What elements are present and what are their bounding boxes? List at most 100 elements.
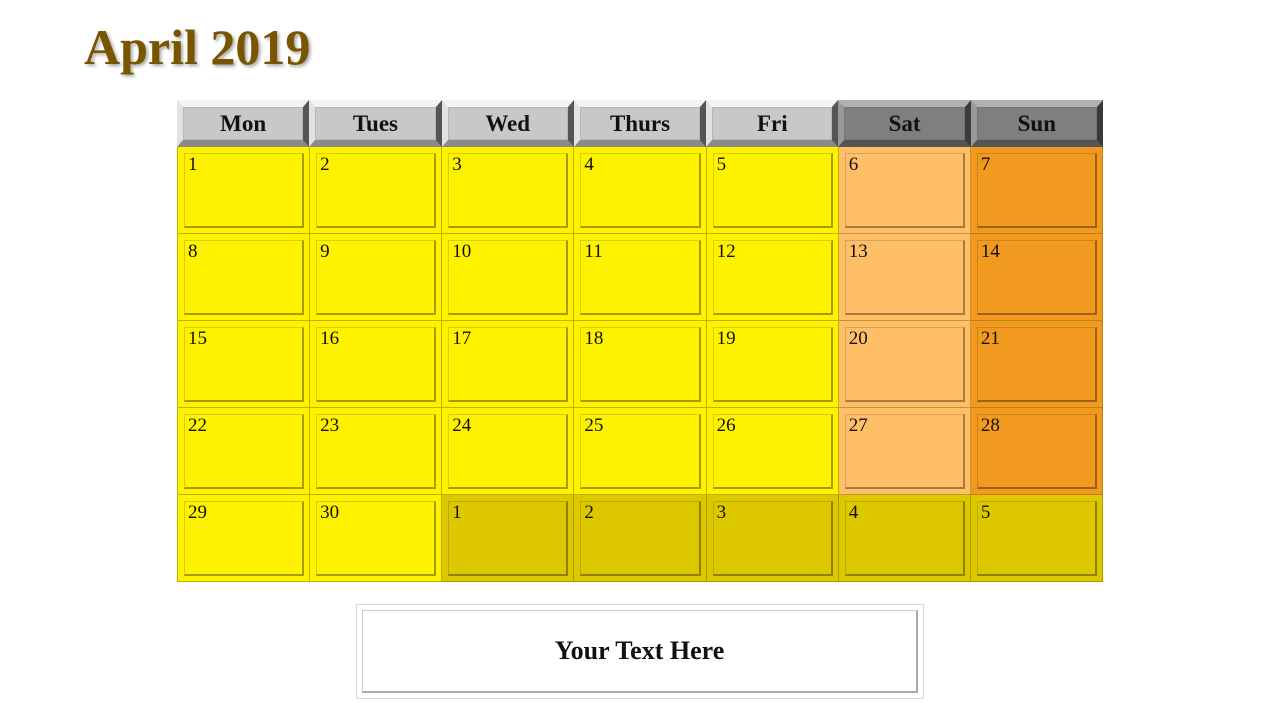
- header-thurs: Thurs: [573, 100, 707, 147]
- day-cell-frame: [712, 153, 833, 228]
- day-cell[interactable]: 5: [706, 147, 839, 234]
- day-cell-frame: [844, 153, 965, 228]
- calendar-grid: Mon Tues Wed Thurs Fri Sat Sun 1 2 3 4 5 6 7 8 9 10 11 12…: [177, 100, 1103, 582]
- day-number: 13: [848, 241, 868, 262]
- day-cell[interactable]: 16: [310, 321, 443, 408]
- day-number: 5: [980, 502, 991, 523]
- day-cell[interactable]: 30: [310, 495, 443, 582]
- day-cell[interactable]: 8: [177, 234, 311, 321]
- text-box-inner: Your Text Here: [362, 610, 918, 693]
- day-cell[interactable]: 9: [310, 234, 443, 321]
- day-cell-next-month[interactable]: 5: [970, 495, 1103, 582]
- day-cell[interactable]: 15: [177, 321, 311, 408]
- day-cell[interactable]: 27: [838, 408, 971, 495]
- day-number: 2: [320, 154, 330, 175]
- day-cell[interactable]: 21: [970, 321, 1103, 408]
- day-number: 4: [848, 502, 859, 523]
- day-cell[interactable]: 28: [970, 408, 1103, 495]
- day-number: 30: [320, 502, 340, 523]
- day-cell[interactable]: 1: [177, 147, 311, 234]
- day-cell-frame: [580, 501, 701, 576]
- day-cell[interactable]: 22: [177, 408, 311, 495]
- day-cell[interactable]: 25: [574, 408, 707, 495]
- day-cell[interactable]: 10: [442, 234, 575, 321]
- day-number: 3: [716, 502, 727, 523]
- day-number: 14: [980, 241, 1000, 262]
- day-cell-frame: [844, 501, 965, 576]
- day-number: 11: [584, 241, 603, 262]
- day-number: 29: [188, 502, 207, 523]
- text-box-label: Your Text Here: [554, 636, 725, 665]
- day-cell-next-month[interactable]: 3: [706, 495, 839, 582]
- day-cell-frame: [580, 153, 701, 228]
- day-cell[interactable]: 2: [310, 147, 443, 234]
- day-cell[interactable]: 13: [838, 234, 971, 321]
- day-cell[interactable]: 26: [706, 408, 839, 495]
- day-number: 17: [452, 328, 472, 349]
- day-cell[interactable]: 29: [177, 495, 311, 582]
- day-number: 1: [188, 154, 198, 175]
- day-number: 3: [452, 154, 462, 175]
- day-cell[interactable]: 19: [706, 321, 839, 408]
- day-cell[interactable]: 14: [970, 234, 1103, 321]
- header-sat: Sat: [838, 100, 971, 147]
- day-number: 20: [848, 328, 868, 349]
- day-cell[interactable]: 17: [442, 321, 575, 408]
- day-cell[interactable]: 18: [574, 321, 707, 408]
- weekday-header-row: Mon Tues Wed Thurs Fri Sat Sun: [177, 100, 1103, 147]
- day-number: 22: [188, 415, 207, 436]
- day-cell[interactable]: 3: [442, 147, 575, 234]
- day-cell[interactable]: 12: [706, 234, 839, 321]
- calendar-weeks: 1 2 3 4 5 6 7 8 9 10 11 12 13 14 15 16 17 18 19 20 21 22 23 24 2…: [177, 147, 1103, 582]
- week-row: 8 9 10 11 12 13 14: [177, 234, 1103, 321]
- week-row: 29 30 1 2 3 4 5: [177, 495, 1103, 582]
- day-cell-frame: [712, 501, 833, 576]
- header-label: Tues: [352, 110, 399, 136]
- header-label: Wed: [485, 110, 531, 136]
- day-number: 5: [716, 154, 727, 175]
- day-cell-frame: [448, 153, 569, 228]
- day-number: 21: [980, 328, 1000, 349]
- header-label: Sun: [1017, 110, 1057, 136]
- day-cell-frame: [316, 240, 437, 315]
- week-row: 22 23 24 25 26 27 28: [177, 408, 1103, 495]
- day-cell[interactable]: 23: [310, 408, 443, 495]
- day-number: 12: [716, 241, 736, 262]
- day-cell[interactable]: 6: [838, 147, 971, 234]
- day-number: 7: [980, 154, 991, 175]
- day-number: 6: [848, 154, 859, 175]
- day-cell[interactable]: 11: [574, 234, 707, 321]
- text-box[interactable]: Your Text Here: [356, 604, 924, 699]
- day-number: 24: [452, 415, 472, 436]
- week-row: 15 16 17 18 19 20 21: [177, 321, 1103, 408]
- day-cell-frame: [976, 153, 1097, 228]
- day-number: 27: [848, 415, 868, 436]
- day-number: 1: [452, 502, 462, 523]
- day-number: 26: [716, 415, 736, 436]
- day-cell[interactable]: 4: [574, 147, 707, 234]
- day-cell-next-month[interactable]: 4: [838, 495, 971, 582]
- day-cell[interactable]: 7: [970, 147, 1103, 234]
- day-cell[interactable]: 24: [442, 408, 575, 495]
- header-label: Sat: [888, 110, 921, 136]
- header-tues: Tues: [309, 100, 442, 147]
- page-title: April 2019: [84, 19, 311, 75]
- day-number: 4: [584, 154, 594, 175]
- day-number: 28: [980, 415, 1000, 436]
- day-number: 25: [584, 415, 604, 436]
- header-mon: Mon: [177, 100, 310, 147]
- day-number: 16: [320, 328, 340, 349]
- day-number: 23: [320, 415, 340, 436]
- day-cell[interactable]: 20: [838, 321, 971, 408]
- header-fri: Fri: [706, 100, 839, 147]
- day-cell-frame: [976, 501, 1097, 576]
- week-row: 1 2 3 4 5 6 7: [177, 147, 1103, 234]
- header-label: Mon: [220, 110, 267, 136]
- header-label: Fri: [756, 110, 788, 136]
- day-cell-next-month[interactable]: 1: [442, 495, 575, 582]
- day-number: 15: [188, 328, 207, 349]
- day-cell-frame: [184, 240, 305, 315]
- day-cell-frame: [184, 153, 305, 228]
- day-number: 9: [320, 241, 330, 262]
- day-cell-next-month[interactable]: 2: [574, 495, 707, 582]
